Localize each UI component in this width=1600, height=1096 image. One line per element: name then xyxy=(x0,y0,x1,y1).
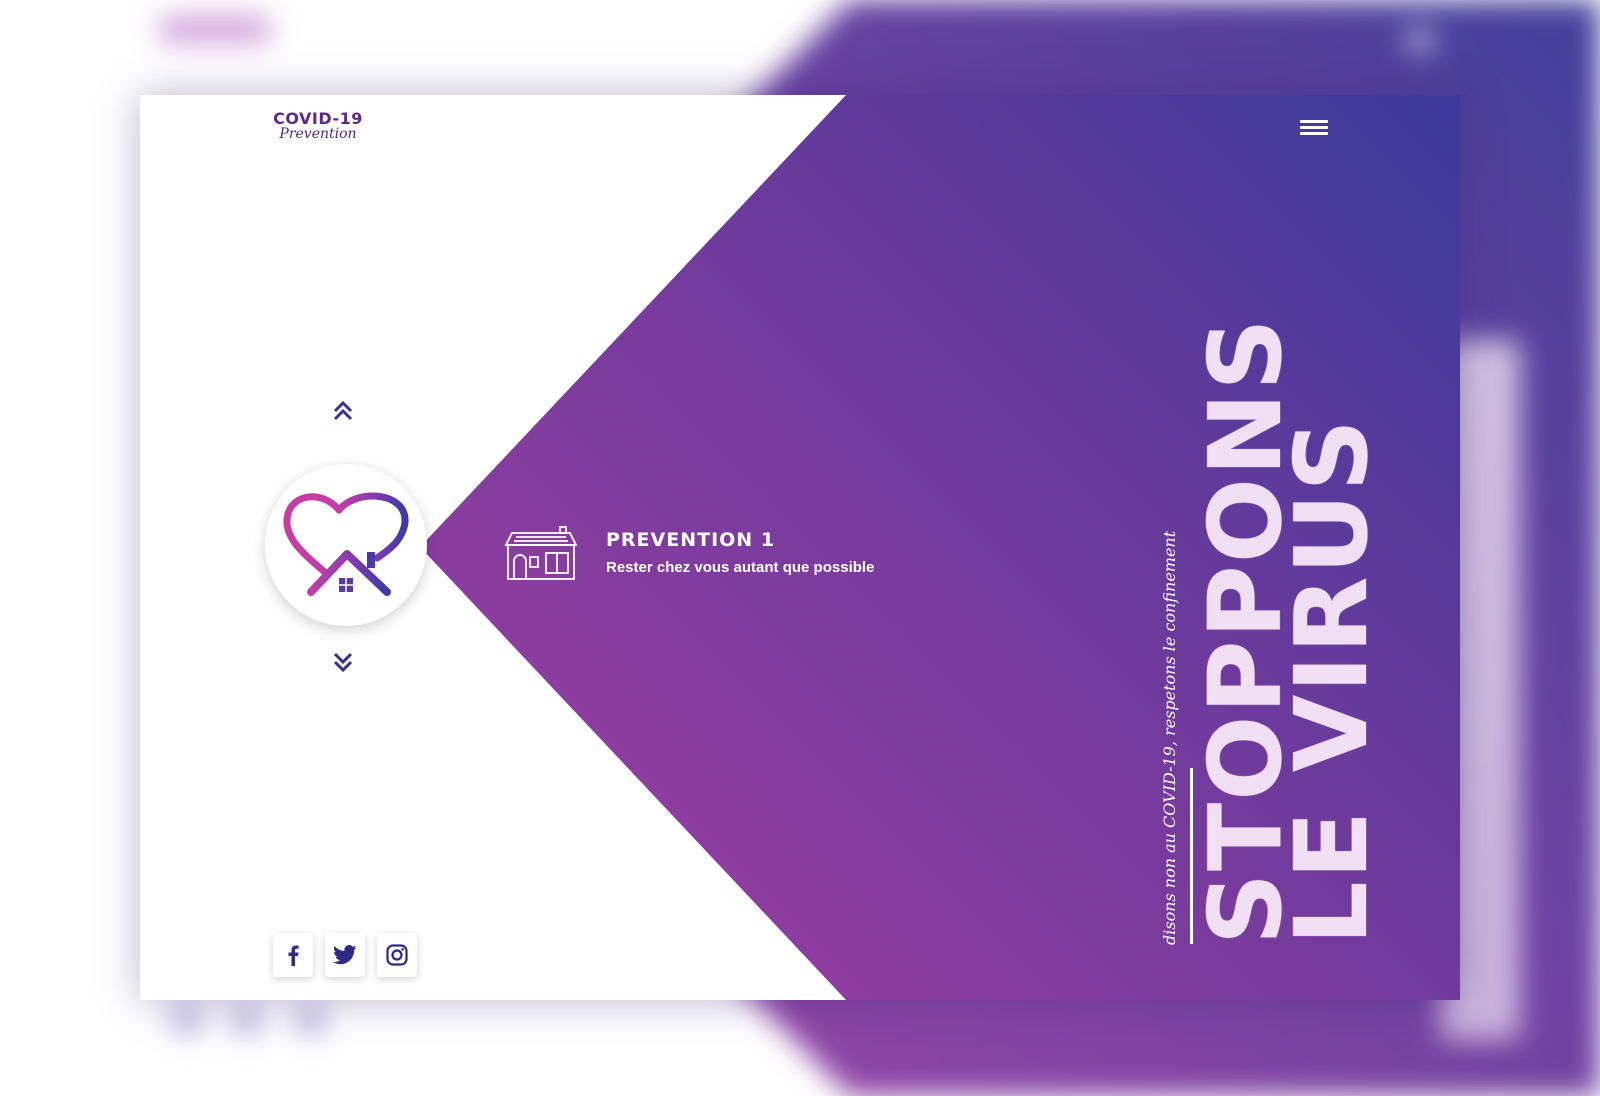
hero-vertical-text: disons non au COVID-19, respetons le con… xyxy=(1160,205,1430,945)
logo-subtitle: Prevention xyxy=(279,126,357,142)
twitter-icon xyxy=(333,945,357,965)
hamburger-menu-icon[interactable] xyxy=(1300,117,1328,139)
heart-home-logo xyxy=(265,464,427,626)
facebook-icon xyxy=(288,945,299,966)
instagram-icon xyxy=(386,944,408,966)
hero-headline-line2: LE VIRUS xyxy=(1273,417,1390,945)
facebook-button[interactable] xyxy=(273,933,313,977)
prevention-title: PREVENTION 1 xyxy=(606,529,776,551)
chevron-double-down-icon[interactable] xyxy=(330,650,356,676)
site-logo[interactable]: COVID-19 Prevention xyxy=(268,109,368,142)
house-icon xyxy=(504,525,578,586)
heart-house-icon xyxy=(283,492,409,596)
chevron-double-up-icon[interactable] xyxy=(330,397,356,423)
twitter-button[interactable] xyxy=(325,933,365,977)
hero-tagline: disons non au COVID-19, respetons le con… xyxy=(1160,530,1179,945)
instagram-button[interactable] xyxy=(377,933,417,977)
prevention-subtitle: Rester chez vous autant que possible xyxy=(606,559,875,576)
main-card: COVID-19 Prevention PREVENTION 1 Rester … xyxy=(140,95,1460,1000)
